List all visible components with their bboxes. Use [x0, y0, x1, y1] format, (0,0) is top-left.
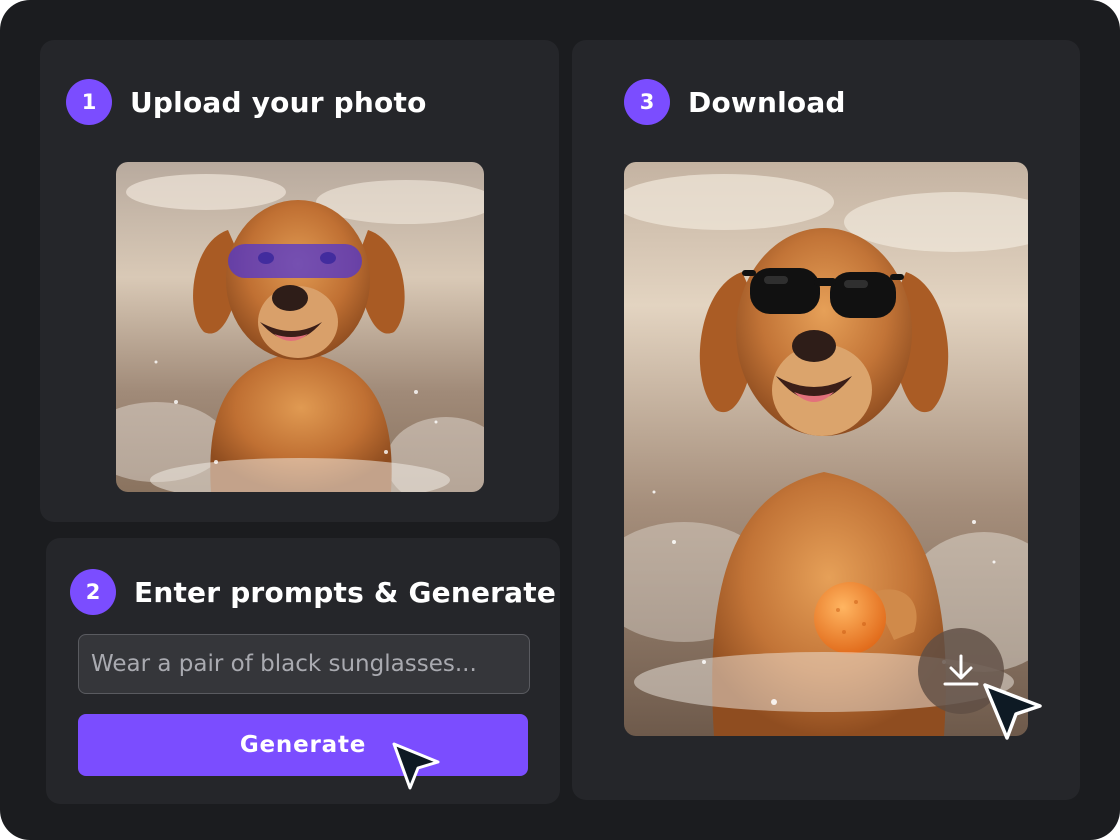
app-frame: 1 Upload your photo 2 Enter prompts & Ge…: [0, 0, 1120, 840]
mouse-pointer-icon: [983, 683, 1042, 740]
uploaded-photo[interactable]: [116, 162, 484, 492]
upload-panel: 1 Upload your photo: [40, 40, 559, 522]
generate-button[interactable]: Generate: [78, 714, 528, 776]
mouse-pointer-icon: [392, 742, 440, 790]
step-title: Download: [688, 85, 846, 119]
step-download-header: 3 Download: [624, 79, 846, 125]
step-number-badge: 1: [66, 79, 112, 125]
prompt-input[interactable]: Wear a pair of black sunglasses...: [78, 634, 530, 694]
step-number-badge: 2: [70, 569, 116, 615]
step-prompt-header: 2 Enter prompts & Generate: [70, 569, 556, 615]
step-title: Enter prompts & Generate: [134, 575, 557, 609]
step-upload-header: 1 Upload your photo: [66, 79, 427, 125]
prompt-panel: 2 Enter prompts & Generate Wear a pair o…: [46, 538, 560, 804]
step-title: Upload your photo: [130, 85, 427, 119]
download-icon: [943, 654, 979, 686]
step-number-badge: 3: [624, 79, 670, 125]
